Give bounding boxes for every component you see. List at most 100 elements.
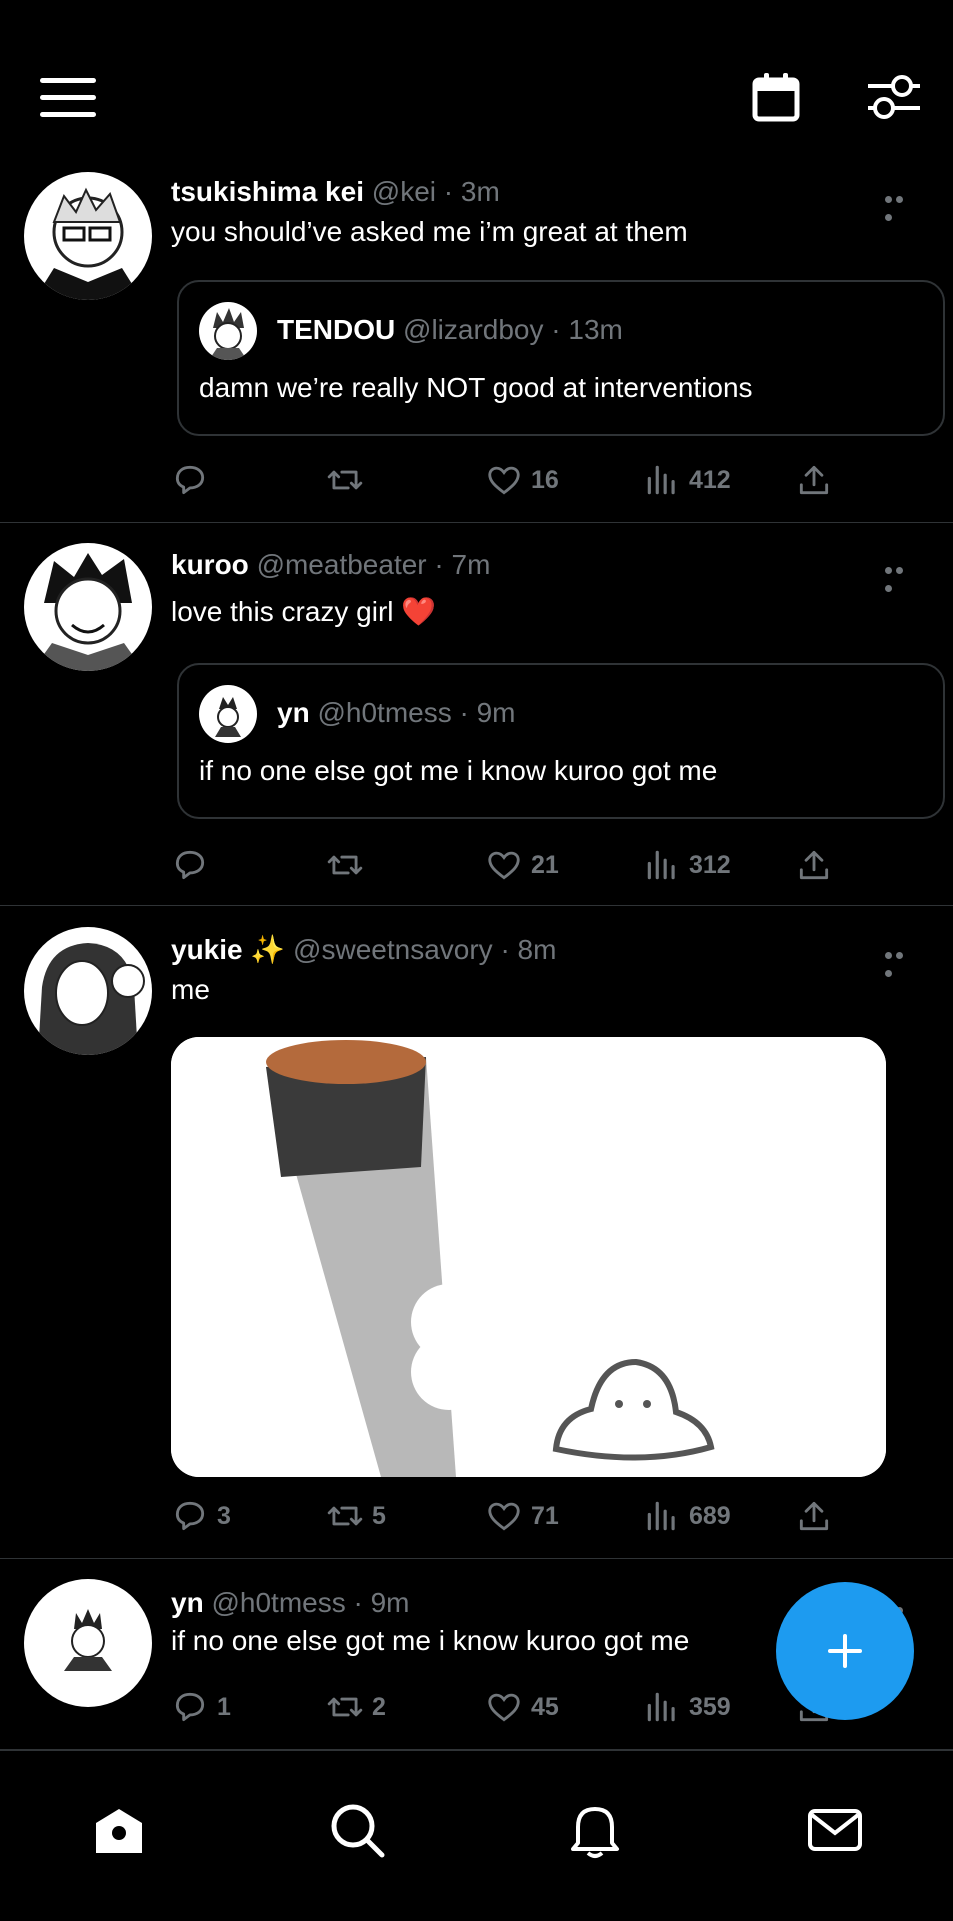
- bottom-nav: [0, 1750, 953, 1921]
- views-button[interactable]: 359: [643, 1687, 731, 1727]
- share-icon: [799, 465, 829, 495]
- search-icon[interactable]: [328, 1801, 386, 1859]
- like-button[interactable]: 71: [485, 1496, 559, 1536]
- retweet-count: 5: [372, 1501, 386, 1530]
- like-count: 71: [531, 1501, 559, 1530]
- tweet-text: me: [171, 974, 210, 1005]
- reply-button[interactable]: [171, 460, 217, 500]
- handle[interactable]: @sweetnsavory: [293, 934, 493, 965]
- timestamp: · 9m: [459, 697, 516, 728]
- tweet-text: if no one else got me i know kuroo got m…: [171, 1625, 690, 1656]
- tweet-text: you should’ve asked me i’m great at them: [171, 216, 688, 247]
- retweet-button[interactable]: 2: [326, 1687, 386, 1727]
- reply-button[interactable]: 1: [171, 1687, 231, 1727]
- display-name[interactable]: yn: [171, 1587, 204, 1618]
- reply-count: 1: [217, 1692, 231, 1721]
- avatar: [199, 302, 257, 360]
- tweet-header: yukie ✨ @sweetnsavory · 8m: [171, 933, 556, 966]
- heart-icon: [488, 466, 520, 495]
- handle: @lizardboy: [403, 314, 544, 345]
- like-count: 16: [531, 465, 559, 494]
- handle[interactable]: @kei: [372, 176, 436, 207]
- avatar[interactable]: [24, 172, 152, 300]
- reply-icon: [175, 1501, 205, 1531]
- handle[interactable]: @h0tmess: [211, 1587, 345, 1618]
- display-name[interactable]: tsukishima kei: [171, 176, 364, 207]
- timestamp: · 7m: [434, 549, 491, 580]
- share-button[interactable]: [795, 1496, 833, 1536]
- more-icon[interactable]: [885, 946, 917, 977]
- views-icon: [647, 1692, 675, 1722]
- more-icon[interactable]: [885, 561, 917, 592]
- reply-icon: [175, 850, 205, 880]
- quote-header: yn @h0tmess · 9m: [277, 697, 516, 729]
- view-count: 312: [689, 850, 731, 879]
- timestamp: · 13m: [551, 314, 623, 345]
- retweet-button[interactable]: 5: [326, 1496, 386, 1536]
- handle: @h0tmess: [317, 697, 452, 728]
- view-count: 359: [689, 1692, 731, 1721]
- quote-text: if no one else got me i know kuroo got m…: [199, 755, 718, 786]
- reply-button[interactable]: [171, 845, 217, 885]
- share-button[interactable]: [795, 845, 833, 885]
- retweet-button[interactable]: [326, 460, 372, 500]
- tweet[interactable]: kuroo @meatbeater · 7m love this crazy g…: [0, 523, 953, 906]
- display-name[interactable]: yukie: [171, 934, 243, 965]
- avatar: [199, 685, 257, 743]
- heart-icon: [488, 1502, 520, 1531]
- view-count: 412: [689, 465, 731, 494]
- bell-icon[interactable]: [566, 1801, 624, 1859]
- tweet-actions: 16 412: [171, 460, 851, 500]
- avatar[interactable]: [24, 927, 152, 1055]
- reply-count: 3: [217, 1501, 231, 1530]
- timestamp: · 3m: [443, 176, 500, 207]
- avatar[interactable]: [24, 543, 152, 671]
- tweet-media-image[interactable]: [171, 1037, 886, 1477]
- top-bar: [0, 0, 953, 160]
- display-name[interactable]: kuroo: [171, 549, 249, 580]
- retweet-count: 2: [372, 1692, 386, 1721]
- tweet-header: tsukishima kei @kei · 3m: [171, 176, 500, 208]
- handle[interactable]: @meatbeater: [257, 549, 427, 580]
- heart-icon: [488, 1693, 520, 1722]
- like-count: 21: [531, 850, 559, 879]
- share-icon: [799, 1501, 829, 1531]
- sparkles-icon: ✨: [250, 934, 286, 965]
- share-button[interactable]: [795, 460, 833, 500]
- views-button[interactable]: 312: [643, 845, 731, 885]
- retweet-icon: [327, 470, 363, 490]
- timestamp: · 9m: [353, 1587, 410, 1618]
- views-button[interactable]: 689: [643, 1496, 731, 1536]
- views-icon: [647, 850, 675, 880]
- like-button[interactable]: 16: [485, 460, 559, 500]
- tweet[interactable]: tsukishima kei @kei · 3m you should’ve a…: [0, 160, 953, 523]
- display-name: yn: [277, 697, 310, 728]
- quote-tweet[interactable]: TENDOU @lizardboy · 13m damn we’re reall…: [177, 280, 945, 436]
- retweet-icon: [327, 1506, 363, 1526]
- hamburger-icon[interactable]: [40, 78, 96, 118]
- tweet-header: kuroo @meatbeater · 7m: [171, 549, 490, 581]
- more-icon[interactable]: [885, 190, 917, 221]
- view-count: 689: [689, 1501, 731, 1530]
- retweet-icon: [327, 855, 363, 875]
- reply-button[interactable]: 3: [171, 1496, 231, 1536]
- quote-text: damn we’re really NOT good at interventi…: [199, 372, 753, 403]
- retweet-icon: [327, 1697, 363, 1717]
- quote-tweet[interactable]: yn @h0tmess · 9m if no one else got me i…: [177, 663, 945, 819]
- avatar[interactable]: [24, 1579, 152, 1707]
- timestamp: · 8m: [500, 934, 557, 965]
- quote-header: TENDOU @lizardboy · 13m: [277, 314, 623, 346]
- heart-icon: [488, 851, 520, 880]
- compose-button[interactable]: [776, 1582, 914, 1720]
- like-button[interactable]: 45: [485, 1687, 559, 1727]
- reply-icon: [175, 1692, 205, 1722]
- like-button[interactable]: 21: [485, 845, 559, 885]
- retweet-button[interactable]: [326, 845, 372, 885]
- display-name: TENDOU: [277, 314, 396, 345]
- home-icon[interactable]: [90, 1801, 148, 1859]
- reply-icon: [175, 465, 205, 495]
- sliders-icon[interactable]: [866, 72, 920, 120]
- views-button[interactable]: 412: [643, 460, 731, 500]
- calendar-icon[interactable]: [752, 72, 800, 122]
- mail-icon[interactable]: [806, 1801, 864, 1859]
